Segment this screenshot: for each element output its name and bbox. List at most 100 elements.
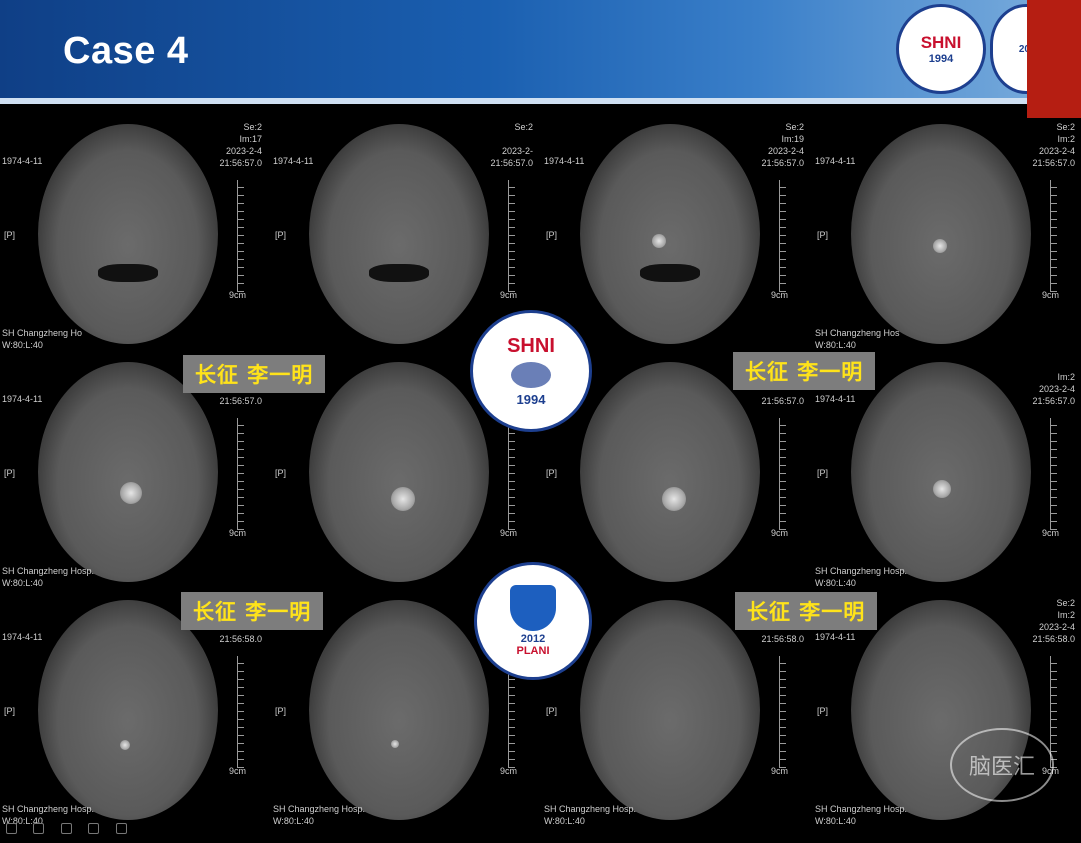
ventricle	[369, 264, 429, 282]
scan-patient-date: 1974-4-11	[815, 394, 856, 404]
shni-logo-year: 1994	[516, 392, 546, 407]
shni-logo-abbr: SHNI	[920, 33, 962, 52]
orientation-mark: [P]	[4, 468, 16, 478]
scale-ruler	[1050, 418, 1059, 530]
orientation-mark: [P]	[275, 468, 287, 478]
ruler-unit-label: 9cm	[228, 528, 246, 538]
scan-series: Se:2	[514, 122, 533, 132]
scan-hospital: SH Changzheng Ho	[2, 328, 83, 338]
scan-study-date: 2023-2-4	[767, 146, 804, 156]
ct-scan-tile[interactable]: Im:2 2023-2-4 21:56:57.0 1974-4-11 SH Changz…	[813, 356, 1081, 592]
scan-time: 21:56:58.0	[1032, 634, 1075, 644]
orientation-mark: [P]	[275, 706, 287, 716]
scan-study-date: 2023-2-4	[1038, 146, 1075, 156]
scale-ruler	[1050, 180, 1059, 292]
ct-viewer: Se:2 Im:17 2023-2-4 21:56:57.0 1974-4-11 SH C…	[0, 118, 1081, 843]
ruler-unit-label: 9cm	[1041, 290, 1059, 300]
scale-ruler	[237, 656, 246, 768]
viewer-toolbar	[0, 820, 200, 838]
scan-patient-date: 1974-4-11	[2, 156, 43, 166]
scan-time: 21:56:57.0	[490, 158, 533, 168]
axial-ct-slice	[580, 600, 760, 820]
scale-ruler	[237, 418, 246, 530]
toolbar-icon[interactable]	[88, 823, 100, 834]
header-divider	[0, 98, 1081, 104]
ruler-unit-label: 9cm	[228, 290, 246, 300]
ventricle	[640, 264, 700, 282]
toolbar-icon[interactable]	[6, 823, 17, 834]
shni-logo-year: 1994	[928, 53, 954, 65]
axial-ct-slice	[580, 124, 760, 344]
axial-ct-slice	[580, 362, 760, 582]
axial-ct-slice	[851, 362, 1031, 582]
brain-icon	[511, 362, 551, 388]
orientation-mark: [P]	[817, 230, 829, 240]
scan-hospital: SH Changzheng Hosp.	[2, 804, 95, 814]
scan-window-level: W:80:L:40	[273, 816, 314, 826]
ct-scan-tile[interactable]: Se:2 Im:19 2023-2-4 21:56:57.0 1974-4-11 9cm […	[542, 118, 810, 354]
ct-scan-tile[interactable]: Se:2 Im:17 2023-2-4 21:56:57.0 1974-4-11 SH C…	[0, 118, 268, 354]
ruler-unit-label: 9cm	[770, 290, 788, 300]
shield-icon	[510, 585, 556, 631]
scan-time: 21:56:57.0	[1032, 396, 1075, 406]
scale-ruler	[1050, 656, 1059, 768]
scan-patient-date: 1974-4-11	[544, 156, 585, 166]
lesion-hyperdensity	[662, 487, 686, 511]
plani-logo-center: 2012 PLANI	[474, 562, 592, 680]
slide-header: Case 4 SHNI 1994 2012	[0, 0, 1081, 104]
slide-title: Case 4	[63, 30, 189, 72]
lesion-hyperdensity	[933, 239, 947, 253]
plani-logo-abbr: PLANI	[516, 645, 550, 657]
name-tag: 长征 李一明	[181, 592, 324, 630]
orientation-mark: [P]	[275, 230, 287, 240]
orientation-mark: [P]	[546, 706, 558, 716]
scan-window-level: W:80:L:40	[544, 816, 585, 826]
scan-time: 21:56:57.0	[761, 396, 804, 406]
lesion-hyperdensity	[933, 480, 951, 498]
ruler-unit-label: 9cm	[770, 528, 788, 538]
axial-ct-slice	[309, 124, 489, 344]
axial-ct-slice	[309, 600, 489, 820]
ruler-unit-label: 9cm	[1041, 528, 1059, 538]
scan-image-number: Im:2	[1057, 134, 1075, 144]
scan-patient-date: 1974-4-11	[2, 394, 43, 404]
scan-patient-date: 1974-4-11	[273, 156, 314, 166]
orientation-mark: [P]	[817, 706, 829, 716]
name-tag: 长征 李一明	[733, 352, 876, 390]
scan-window-level: W:80:L:40	[815, 340, 856, 350]
brain-medical-watermark: 脑医汇	[950, 728, 1054, 802]
scan-image-number: Im:2	[1057, 610, 1075, 620]
scale-ruler	[779, 656, 788, 768]
scan-window-level: W:80:L:40	[815, 578, 856, 588]
ruler-unit-label: 9cm	[499, 290, 517, 300]
scan-hospital: SH Changzheng Hosp.	[815, 566, 908, 576]
scale-ruler	[508, 180, 517, 292]
scan-patient-date: 1974-4-11	[815, 156, 856, 166]
scan-study-date: 2023-2-4	[1038, 384, 1075, 394]
toolbar-icon[interactable]	[60, 823, 72, 834]
scan-hospital: SH Changzheng Hosp.	[2, 566, 95, 576]
orientation-mark: [P]	[4, 230, 16, 240]
scan-time: 21:56:57.0	[219, 158, 262, 168]
lesion-hyperdensity	[391, 740, 399, 748]
scale-ruler	[779, 418, 788, 530]
ruler-unit-label: 9cm	[499, 528, 517, 538]
scan-series: Se:2	[243, 122, 262, 132]
ct-scan-tile[interactable]: Se:2 Im:2 2023-2-4 21:56:57.0 1974-4-11 SH Ch…	[813, 118, 1081, 354]
lesion-hyperdensity	[652, 234, 666, 248]
lesion-hyperdensity	[120, 482, 142, 504]
scan-time: 21:56:57.0	[219, 396, 262, 406]
toolbar-icon[interactable]	[33, 823, 45, 834]
shni-logo-abbr: SHNI	[507, 335, 555, 357]
axial-ct-slice	[38, 124, 218, 344]
scan-study-date: 2023-2-4	[225, 146, 262, 156]
lesion-hyperdensity	[120, 740, 130, 750]
orientation-mark: [P]	[546, 230, 558, 240]
scan-window-level: W:80:L:40	[2, 340, 43, 350]
scale-ruler	[779, 180, 788, 292]
scan-time: 21:56:58.0	[761, 634, 804, 644]
orientation-mark: [P]	[817, 468, 829, 478]
scan-window-level: W:80:L:40	[815, 816, 856, 826]
scan-time: 21:56:58.0	[219, 634, 262, 644]
toolbar-icon[interactable]	[115, 823, 127, 834]
